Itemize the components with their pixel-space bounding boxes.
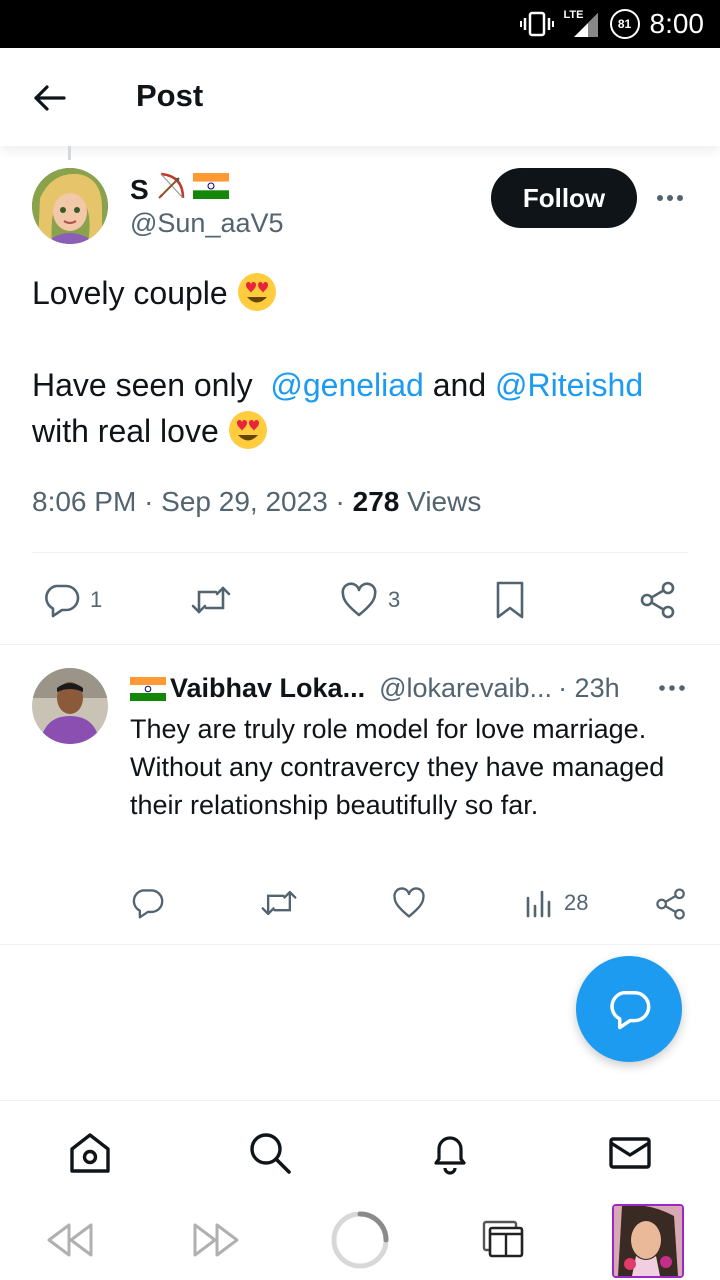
share-icon bbox=[656, 888, 685, 920]
tab-home[interactable] bbox=[66, 1129, 114, 1177]
reply-bubble-icon bbox=[610, 991, 651, 1030]
reply-views-count: 28 bbox=[564, 890, 589, 915]
status-bar: LTE 81 8:00 bbox=[0, 0, 720, 48]
tab-notifications[interactable] bbox=[426, 1129, 474, 1177]
divider bbox=[0, 644, 720, 645]
reply-reply-button[interactable] bbox=[130, 886, 164, 920]
bell-icon bbox=[434, 1136, 466, 1175]
more-horizontal-icon bbox=[657, 195, 683, 201]
app-header: Post bbox=[0, 48, 720, 146]
thread-line bbox=[68, 146, 71, 160]
bookmark-button[interactable] bbox=[492, 580, 528, 620]
post-line-2-mid: and bbox=[432, 367, 487, 403]
divider bbox=[32, 552, 688, 553]
india-flag-icon bbox=[192, 173, 229, 206]
india-flag-icon bbox=[130, 673, 166, 704]
battery-icon: 81 bbox=[609, 9, 640, 39]
back-button[interactable] bbox=[30, 78, 70, 118]
loading-spinner-icon bbox=[331, 1211, 389, 1269]
heart-icon bbox=[341, 582, 377, 617]
compose-reply-button[interactable] bbox=[576, 956, 682, 1062]
reply-repost-button[interactable] bbox=[260, 886, 298, 920]
analytics-bars-icon bbox=[526, 890, 551, 918]
share-button[interactable] bbox=[638, 580, 678, 620]
divider bbox=[0, 944, 720, 945]
home-icon bbox=[70, 1133, 110, 1173]
lte-signal-icon: LTE bbox=[564, 9, 600, 39]
post-date: Sep 29, 2023 bbox=[161, 486, 328, 517]
reply-avatar[interactable] bbox=[32, 668, 108, 744]
rewind-icon bbox=[47, 1223, 93, 1257]
more-options-button[interactable] bbox=[650, 182, 690, 212]
repost-button[interactable] bbox=[190, 582, 232, 618]
clock: 8:00 bbox=[649, 8, 705, 39]
reply-more-options-button[interactable] bbox=[656, 674, 688, 702]
envelope-icon bbox=[609, 1137, 651, 1169]
tab-search[interactable] bbox=[246, 1129, 294, 1177]
search-icon bbox=[250, 1133, 291, 1174]
views-label[interactable]: Views bbox=[407, 486, 481, 517]
author-avatar[interactable] bbox=[32, 168, 108, 244]
author-name-text: S bbox=[130, 173, 149, 205]
mention-link-geneliad[interactable]: @geneliad bbox=[270, 367, 423, 403]
rewind-button[interactable] bbox=[40, 1210, 100, 1270]
follow-button[interactable]: Follow bbox=[491, 168, 637, 228]
more-horizontal-icon bbox=[659, 685, 685, 691]
reply-count: 1 bbox=[90, 587, 103, 612]
arrow-left-icon bbox=[34, 85, 66, 111]
reply-button[interactable]: 1 bbox=[42, 582, 102, 618]
repost-icon bbox=[261, 890, 297, 916]
fast-forward-button[interactable] bbox=[186, 1210, 246, 1270]
reply-author-name[interactable]: Vaibhav Loka... bbox=[170, 673, 365, 704]
post-time: 8:06 PM bbox=[32, 486, 137, 517]
repost-icon bbox=[191, 586, 231, 614]
bow-arrow-icon bbox=[155, 170, 187, 209]
post-body: Lovely couple Have seen only @geneliad a… bbox=[32, 270, 672, 454]
page-title: Post bbox=[136, 78, 204, 113]
reply-like-button[interactable] bbox=[392, 886, 426, 920]
reply-bubble-icon bbox=[132, 889, 164, 919]
post-meta: 8:06 PM · Sep 29, 2023 · 278 Views bbox=[32, 486, 481, 518]
tabs-switcher-button[interactable] bbox=[474, 1210, 534, 1270]
active-tab-thumbnail[interactable] bbox=[612, 1204, 684, 1278]
bookmark-icon bbox=[496, 581, 524, 619]
system-bottom-bar bbox=[0, 1202, 720, 1280]
mention-link-riteishd[interactable]: @Riteishd bbox=[495, 367, 643, 403]
reply-header: Vaibhav Loka... @lokarevaib... · 23h bbox=[130, 670, 690, 706]
heart-eyes-emoji-icon bbox=[228, 410, 268, 450]
post-action-bar: 1 3 bbox=[0, 576, 720, 624]
like-count: 3 bbox=[388, 587, 401, 612]
reply-share-button[interactable] bbox=[654, 886, 688, 922]
post-line-3: with real love bbox=[32, 413, 219, 449]
reply-author-handle[interactable]: @lokarevaib... bbox=[379, 673, 552, 704]
meta-separator: · bbox=[144, 486, 154, 517]
tabs-icon bbox=[482, 1220, 524, 1258]
author-name[interactable]: S bbox=[130, 170, 229, 209]
reply-time: · 23h bbox=[558, 672, 620, 703]
reply-bubble-icon bbox=[45, 584, 80, 618]
reply-action-bar: 28 bbox=[0, 884, 720, 924]
meta-separator: · bbox=[335, 486, 345, 517]
reply-body: They are truly role model for love marri… bbox=[130, 714, 665, 820]
vibrate-icon bbox=[519, 10, 554, 38]
post-line-2-prefix: Have seen only bbox=[32, 367, 253, 403]
like-button[interactable]: 3 bbox=[340, 582, 400, 618]
post-line-1: Lovely couple bbox=[32, 275, 228, 311]
loading-button[interactable] bbox=[330, 1210, 390, 1270]
reply-views-button[interactable]: 28 bbox=[524, 886, 588, 920]
bottom-tab-bar bbox=[0, 1100, 720, 1202]
author-handle[interactable]: @Sun_aaV5 bbox=[130, 208, 284, 239]
tab-messages[interactable] bbox=[606, 1129, 654, 1177]
fast-forward-icon bbox=[193, 1223, 239, 1257]
heart-eyes-emoji-icon bbox=[237, 272, 277, 312]
views-count[interactable]: 278 bbox=[353, 486, 400, 517]
share-icon bbox=[640, 581, 675, 619]
heart-icon bbox=[393, 887, 425, 918]
